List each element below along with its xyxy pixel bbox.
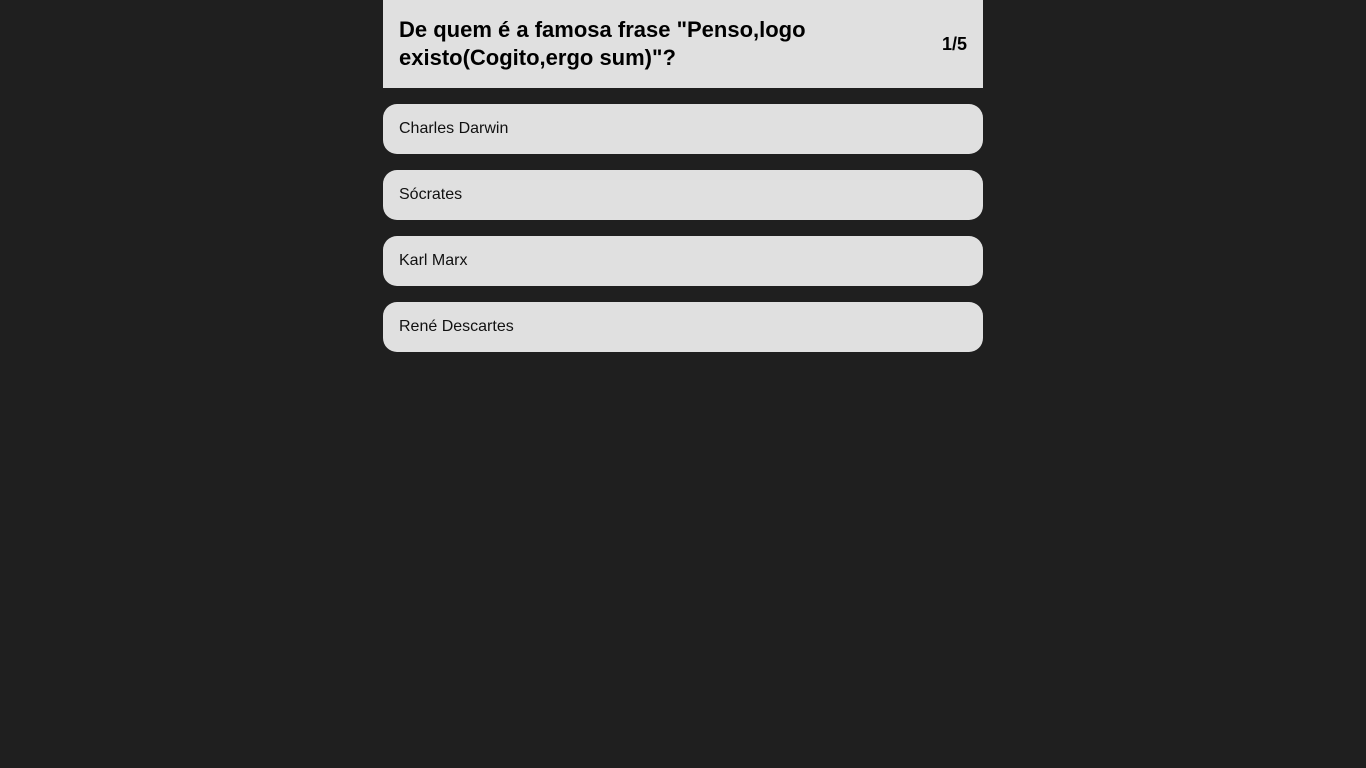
answer-option-socrates[interactable]: Sócrates (383, 170, 983, 220)
answer-option-rene-descartes[interactable]: René Descartes (383, 302, 983, 352)
answer-option-charles-darwin[interactable]: Charles Darwin (383, 104, 983, 154)
answer-options: Charles Darwin Sócrates Karl Marx René D… (383, 104, 983, 352)
question-progress: 1/5 (941, 33, 967, 54)
quiz-container: De quem é a famosa frase "Penso,logo exi… (383, 0, 983, 368)
question-text: De quem é a famosa frase "Penso,logo exi… (399, 17, 806, 70)
question-card: De quem é a famosa frase "Penso,logo exi… (383, 0, 983, 88)
answer-option-karl-marx[interactable]: Karl Marx (383, 236, 983, 286)
